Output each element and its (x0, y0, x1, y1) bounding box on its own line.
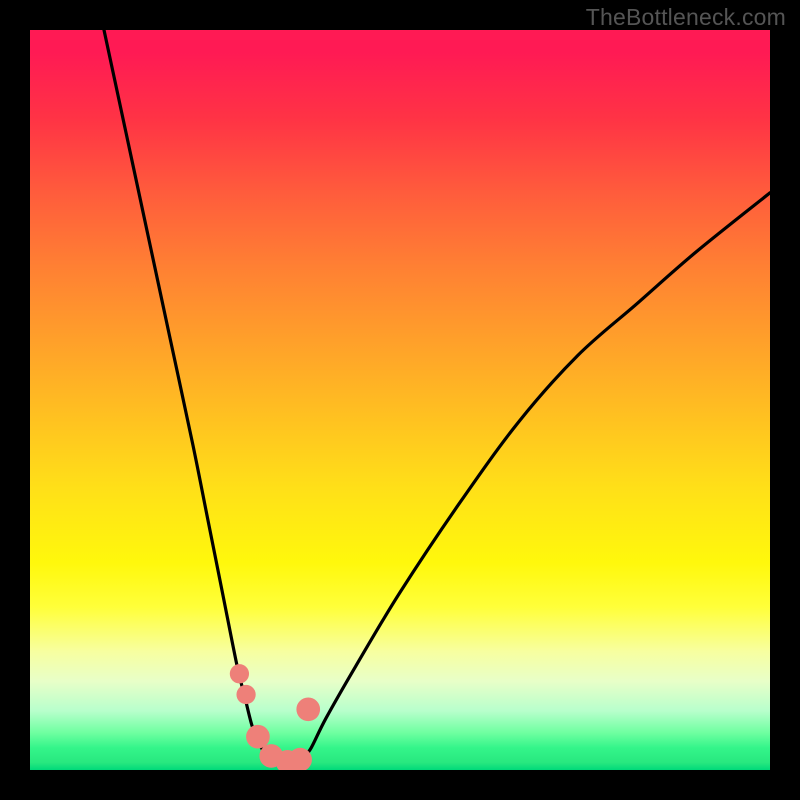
curve-layer (30, 30, 770, 770)
watermark-text: TheBottleneck.com (586, 4, 786, 31)
chart-frame: TheBottleneck.com (0, 0, 800, 800)
marker-point (296, 697, 320, 721)
marker-point (230, 664, 249, 683)
marker-point (236, 685, 255, 704)
bottleneck-curve (104, 30, 770, 763)
marker-group (230, 664, 320, 770)
marker-point (246, 725, 270, 749)
plot-area (30, 30, 770, 770)
